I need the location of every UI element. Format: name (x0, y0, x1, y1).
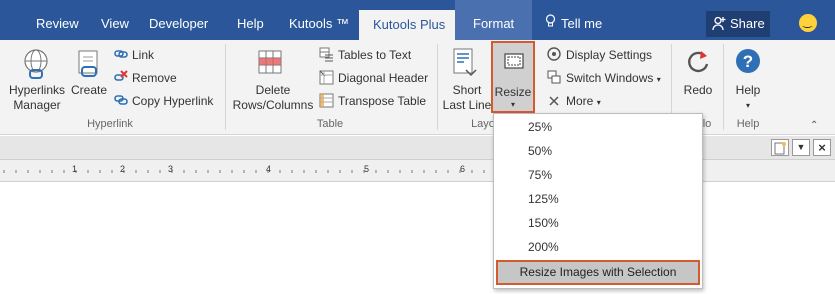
document-toolbar: ▼ × (0, 136, 835, 160)
display-settings-icon (547, 47, 561, 64)
ruler-number: 3 (168, 164, 174, 174)
share-label: Share (730, 16, 765, 31)
chevron-down-icon: ▾ (510, 100, 515, 109)
redo-button[interactable]: Redo (678, 83, 718, 98)
resize-option-150[interactable]: 150% (528, 216, 559, 230)
short-label-2: Last Line (442, 98, 492, 112)
diagonal-header-icon (319, 70, 334, 88)
close-icon (549, 95, 559, 109)
group-divider (225, 44, 226, 130)
tell-me-label: Tell me (561, 16, 603, 31)
collapse-ribbon-icon[interactable]: ⌃ (810, 120, 818, 131)
ruler-number: 4 (266, 164, 272, 174)
transpose-table-button[interactable]: Transpose Table (338, 94, 426, 108)
ruler-number: 1 (72, 164, 78, 174)
horizontal-ruler[interactable]: 1 2 3 4 5 6 (0, 160, 835, 182)
short-last-line-icon (452, 48, 478, 83)
ruler-number: 2 (120, 164, 126, 174)
smiley-feedback-icon[interactable] (799, 14, 817, 32)
help-button[interactable]: Help ▾ (728, 83, 768, 113)
group-divider (723, 44, 724, 130)
diagonal-header-button[interactable]: Diagonal Header (338, 71, 428, 85)
resize-button[interactable]: Resize ▾ (491, 41, 535, 113)
resize-images-with-selection-item[interactable]: Resize Images with Selection (496, 260, 700, 285)
switch-windows-icon (547, 70, 561, 87)
ribbon-panel: Hyperlinks Manager Create Link Remove Co… (0, 40, 835, 135)
delete-label-1: Delete (255, 83, 291, 97)
redo-icon (685, 48, 711, 77)
resize-option-200[interactable]: 200% (528, 240, 559, 254)
link-icon (114, 47, 128, 64)
transpose-table-icon (319, 93, 334, 111)
resize-option-125[interactable]: 125% (528, 192, 559, 206)
new-document-icon[interactable] (771, 139, 789, 156)
tables-to-text-icon (319, 47, 334, 65)
hyperlinks-manager-label-1: Hyperlinks (8, 83, 65, 97)
short-label-1: Short (452, 83, 482, 97)
ruler-number: 5 (364, 164, 370, 174)
hyperlinks-manager-button[interactable]: Hyperlinks Manager (6, 83, 68, 113)
chevron-down-icon: ▾ (745, 101, 750, 110)
ruler-number: 6 (460, 164, 466, 174)
share-button[interactable]: Share (706, 11, 770, 37)
globe-link-icon (22, 48, 50, 85)
table-group-label: Table (316, 118, 344, 130)
link-button[interactable]: Link (132, 48, 154, 62)
resize-image-icon (504, 53, 524, 72)
chevron-down-icon: ▾ (656, 75, 661, 84)
ruler-ticks (3, 170, 485, 173)
copy-hyperlink-button[interactable]: Copy Hyperlink (132, 94, 213, 108)
remove-button[interactable]: Remove (132, 71, 177, 85)
delete-rows-columns-button[interactable]: Delete Rows/Columns (228, 83, 318, 113)
dropdown-arrow-icon[interactable]: ▼ (792, 139, 810, 156)
resize-option-75[interactable]: 75% (528, 168, 552, 182)
create-button[interactable]: Create (70, 83, 108, 98)
document-page[interactable] (0, 182, 835, 294)
resize-dropdown-menu: 25% 50% 75% 125% 150% 200% Resize Images… (493, 113, 703, 289)
delete-label-2: Rows/Columns (232, 98, 314, 112)
group-divider (437, 44, 438, 130)
help-group-label: Help (736, 118, 760, 130)
display-settings-button[interactable]: Display Settings (566, 48, 652, 62)
switch-windows-label: Switch Windows (566, 71, 654, 85)
person-add-icon (712, 16, 726, 31)
create-link-icon (76, 50, 102, 83)
more-label: More (566, 94, 594, 108)
close-icon[interactable]: × (813, 139, 831, 156)
delete-table-icon (257, 48, 287, 81)
switch-windows-button[interactable]: Switch Windows ▾ (566, 71, 661, 85)
copy-hyperlink-icon (114, 93, 128, 110)
help-question-icon: ? (735, 48, 761, 77)
resize-option-25[interactable]: 25% (528, 120, 552, 134)
hyperlink-group-label: Hyperlink (87, 118, 133, 130)
svg-text:?: ? (743, 52, 753, 71)
tables-to-text-button[interactable]: Tables to Text (338, 48, 411, 62)
remove-link-icon (114, 70, 128, 87)
help-button-label: Help (735, 83, 761, 97)
short-last-line-button[interactable]: Short Last Line (440, 83, 494, 113)
hyperlinks-manager-label-2: Manager (13, 98, 61, 112)
more-button[interactable]: More ▾ (566, 94, 601, 108)
resize-option-50[interactable]: 50% (528, 144, 552, 158)
chevron-down-icon: ▾ (596, 98, 601, 107)
